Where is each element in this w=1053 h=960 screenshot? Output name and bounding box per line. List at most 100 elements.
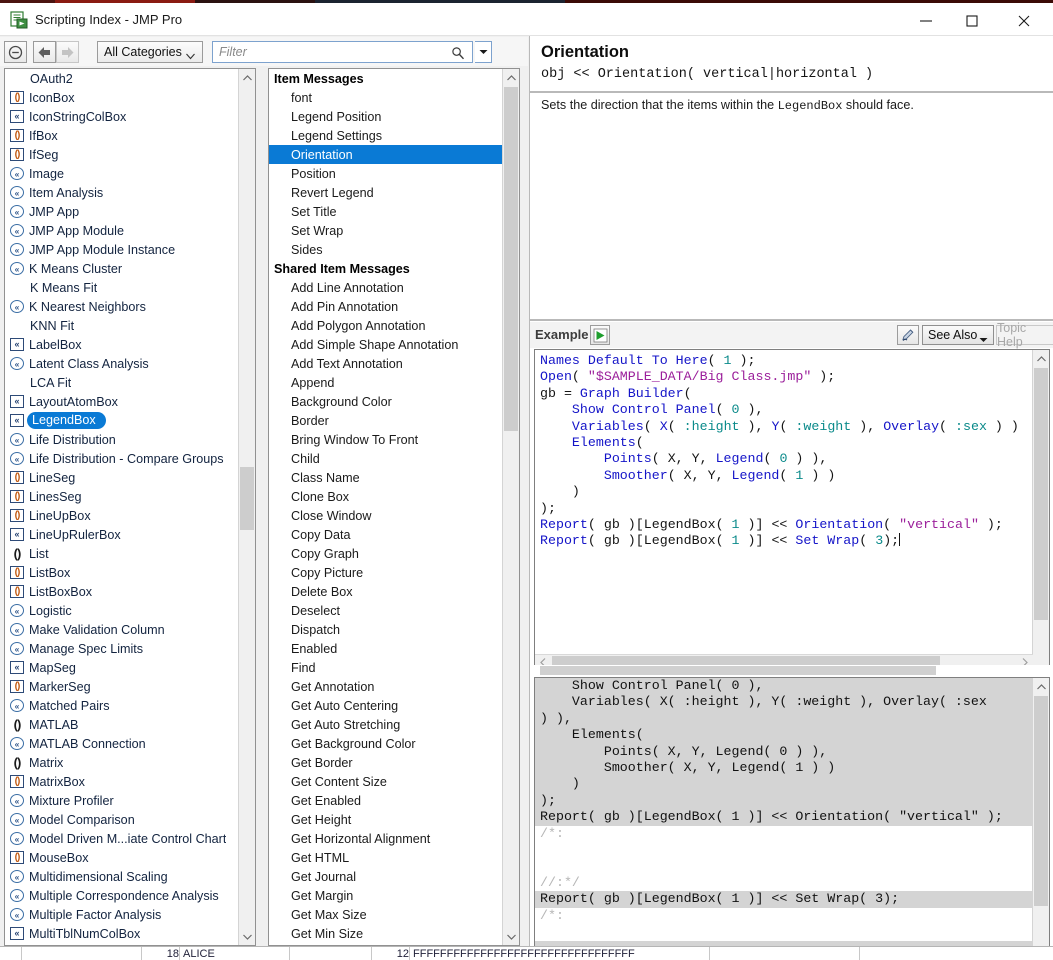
message-list-item[interactable]: Get HTML [269, 848, 502, 867]
message-list-item[interactable]: Close Window [269, 506, 502, 525]
object-list[interactable]: OAuth2()IconBox«IconStringColBox()IfBox(… [5, 69, 238, 945]
message-list-item[interactable]: Get Border [269, 753, 502, 772]
message-list-item[interactable]: Get Auto Stretching [269, 715, 502, 734]
object-list-item[interactable]: KNN Fit [5, 316, 238, 335]
message-list-item[interactable]: Add Text Annotation [269, 354, 502, 373]
message-list-item[interactable]: Set Title [269, 202, 502, 221]
object-list-item[interactable]: ()IfSeg [5, 145, 238, 164]
topic-help-button[interactable]: Topic Help [996, 325, 1053, 345]
message-list-item[interactable]: Class Name [269, 468, 502, 487]
script-output-log[interactable]: Show Control Panel( 0 ), Variables( X( :… [534, 677, 1050, 960]
object-list-item[interactable]: «MultiTblNumColBox [5, 924, 238, 943]
object-list-item[interactable]: ()LineSeg [5, 468, 238, 487]
object-list-item[interactable]: «Multiple Correspondence Analysis [5, 886, 238, 905]
message-list-item[interactable]: Find [269, 658, 502, 677]
log-scrollbar[interactable] [1032, 678, 1049, 960]
message-list-item[interactable]: Deselect [269, 601, 502, 620]
message-list-item[interactable]: Get Content Size [269, 772, 502, 791]
message-list-item[interactable]: Get Enabled [269, 791, 502, 810]
object-list-item[interactable]: «Life Distribution [5, 430, 238, 449]
collapse-all-button[interactable] [4, 41, 27, 63]
see-also-dropdown[interactable]: See Also [922, 325, 994, 345]
code-line[interactable]: Report( gb )[LegendBox( 1 )] << Orientat… [540, 517, 1033, 533]
message-list-item[interactable]: Add Simple Shape Annotation [269, 335, 502, 354]
message-list-item[interactable]: Clone Box [269, 487, 502, 506]
code-line[interactable]: Open( "$SAMPLE_DATA/Big Class.jmp" ); [540, 369, 1033, 385]
filter-input[interactable]: Filter [212, 41, 473, 63]
object-list-item[interactable]: OAuth2 [5, 69, 238, 88]
code-line[interactable]: Smoother( X, Y, Legend( 1 ) ) [540, 468, 1033, 484]
message-list-item[interactable]: Copy Graph [269, 544, 502, 563]
log-top-scroll-strip[interactable] [534, 665, 1050, 676]
object-list-item[interactable]: «K Nearest Neighbors [5, 297, 238, 316]
message-list-item[interactable]: Delete Box [269, 582, 502, 601]
object-list-item[interactable]: ()IconBox [5, 88, 238, 107]
back-button[interactable] [33, 41, 56, 63]
code-line[interactable]: Points( X, Y, Legend( 0 ) ), [540, 451, 1033, 467]
object-list-item[interactable]: «Matched Pairs [5, 696, 238, 715]
message-list-item[interactable]: font [269, 88, 502, 107]
message-list-item[interactable]: Get Journal [269, 867, 502, 886]
message-list-item[interactable]: Get Max Size [269, 905, 502, 924]
object-list-item[interactable]: ()MatrixBox [5, 772, 238, 791]
object-list-item[interactable]: LCA Fit [5, 373, 238, 392]
scroll-up-icon[interactable] [1033, 350, 1049, 367]
message-list-item[interactable]: Child [269, 449, 502, 468]
message-list-item[interactable]: Append [269, 373, 502, 392]
object-list-item[interactable]: «Make Validation Column [5, 620, 238, 639]
object-list-item[interactable]: «LayoutAtomBox [5, 392, 238, 411]
object-list-item[interactable]: «LineUpRulerBox [5, 525, 238, 544]
message-list-item[interactable]: Legend Settings [269, 126, 502, 145]
message-list-scrollbar[interactable] [502, 69, 519, 945]
object-list-item[interactable]: «LabelBox [5, 335, 238, 354]
message-list-item[interactable]: Orientation [269, 145, 502, 164]
scroll-up-icon[interactable] [239, 69, 255, 86]
filter-options-dropdown[interactable] [475, 41, 492, 63]
message-list-item[interactable]: Get Margin [269, 886, 502, 905]
object-list-item[interactable]: ()List [5, 544, 238, 563]
minimize-button[interactable] [903, 6, 949, 36]
example-code-editor[interactable]: Names Default To Here( 1 );Open( "$SAMPL… [534, 349, 1050, 671]
object-list-item[interactable]: «JMP App Module [5, 221, 238, 240]
object-list-item[interactable]: «JMP App Module Instance [5, 240, 238, 259]
object-list-item[interactable]: «Life Distribution - Compare Groups [5, 449, 238, 468]
object-list-item[interactable]: «K Means Cluster [5, 259, 238, 278]
message-list-item[interactable]: Add Line Annotation [269, 278, 502, 297]
message-list-item[interactable]: Get Horizontal Alignment [269, 829, 502, 848]
scroll-up-icon[interactable] [1033, 678, 1049, 695]
object-list-scrollbar[interactable] [238, 69, 255, 945]
scrollbar-thumb[interactable] [1034, 368, 1048, 620]
message-list-item[interactable]: Set Wrap [269, 221, 502, 240]
object-list-item[interactable]: K Means Fit [5, 278, 238, 297]
close-button[interactable] [1001, 6, 1047, 36]
message-list-item[interactable]: Get Auto Centering [269, 696, 502, 715]
object-list-item[interactable]: «Multiple Factor Analysis [5, 905, 238, 924]
object-list-item[interactable]: ()LinesSeg [5, 487, 238, 506]
code-line[interactable]: Show Control Panel( 0 ), [540, 402, 1033, 418]
object-list-item[interactable]: «Item Analysis [5, 183, 238, 202]
message-list-item[interactable]: Copy Data [269, 525, 502, 544]
maximize-button[interactable] [949, 6, 995, 36]
message-list-item[interactable]: Bring Window To Front [269, 430, 502, 449]
scroll-down-icon[interactable] [503, 928, 519, 945]
code-editor-scrollbar[interactable] [1032, 350, 1049, 670]
message-list-item[interactable]: Revert Legend [269, 183, 502, 202]
scroll-down-icon[interactable] [239, 928, 255, 945]
run-script-icon[interactable] [590, 325, 610, 345]
scroll-up-icon[interactable] [503, 69, 519, 86]
message-list-item[interactable]: Copy Picture [269, 563, 502, 582]
message-list-item[interactable]: Position [269, 164, 502, 183]
message-list-item[interactable]: Get Min Size [269, 924, 502, 943]
scrollbar-thumb[interactable] [1034, 696, 1048, 906]
message-list-item[interactable]: Border [269, 411, 502, 430]
object-list-item[interactable]: «Mixture Profiler [5, 791, 238, 810]
message-list-item[interactable]: Enabled [269, 639, 502, 658]
code-line[interactable]: Variables( X( :height ), Y( :weight ), O… [540, 419, 1033, 435]
object-list-item[interactable]: «LegendBox [5, 411, 238, 430]
object-list-item[interactable]: «Latent Class Analysis [5, 354, 238, 373]
message-list-item[interactable]: Background Color [269, 392, 502, 411]
message-list-item[interactable]: Add Pin Annotation [269, 297, 502, 316]
code-lines[interactable]: Names Default To Here( 1 );Open( "$SAMPL… [535, 350, 1033, 670]
object-list-item[interactable]: «JMP App [5, 202, 238, 221]
scrollbar-thumb[interactable] [504, 87, 518, 431]
